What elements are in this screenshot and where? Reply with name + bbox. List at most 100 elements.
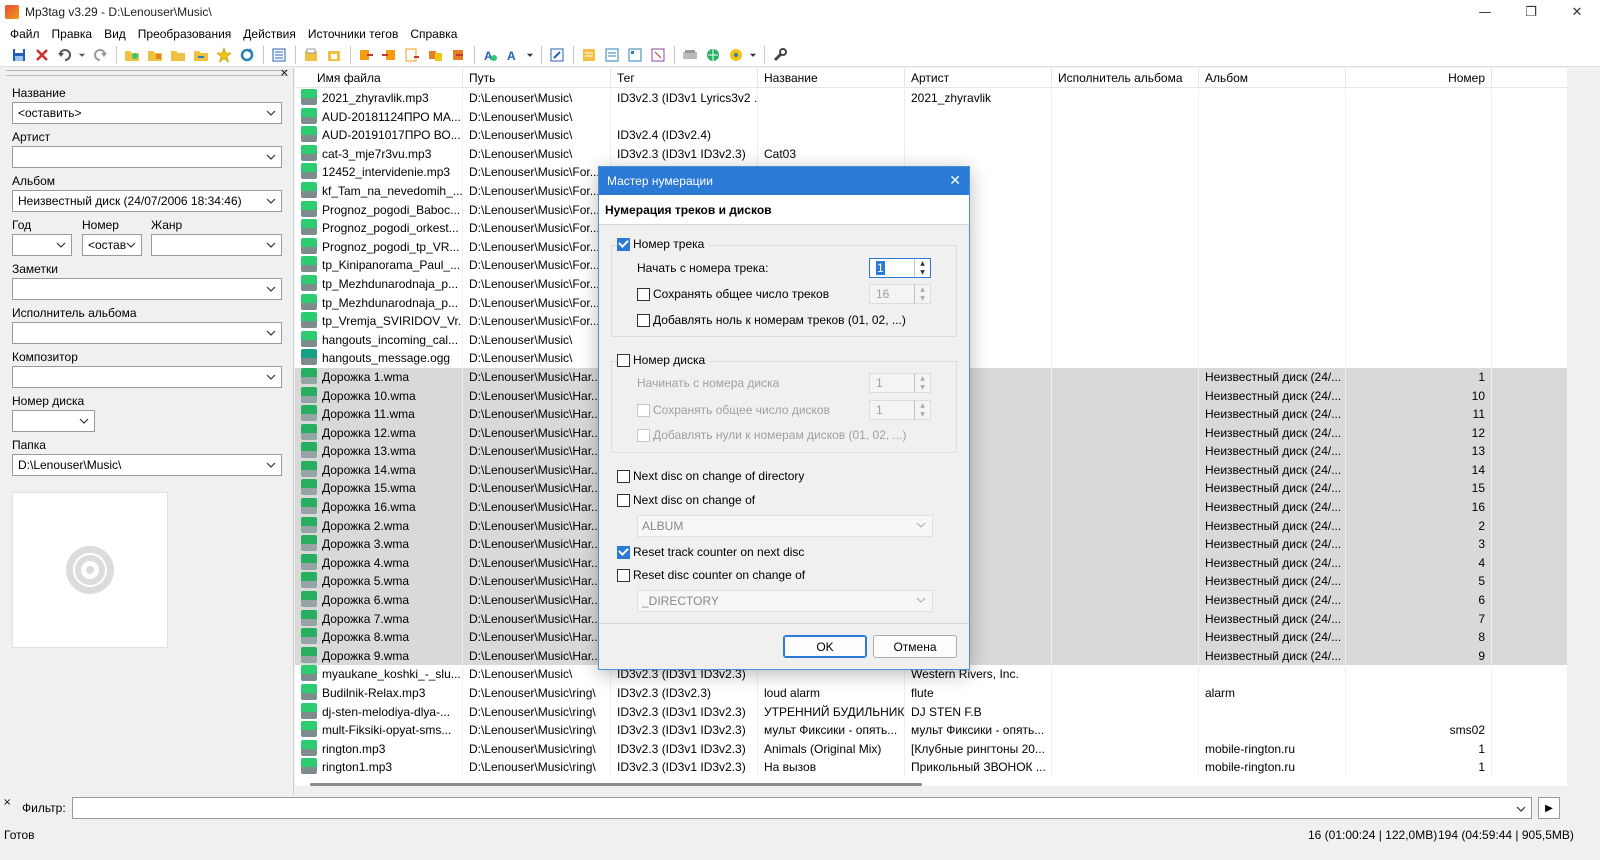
filename-to-tag-icon[interactable]	[378, 45, 399, 65]
column-tag[interactable]: Тег	[611, 68, 758, 88]
track-number-toggle[interactable]: Номер трека	[617, 237, 709, 251]
table-row[interactable]: dj-sten-melodiya-dlya-... D:\Lenouser\Mus…	[295, 702, 1567, 722]
column-filename[interactable]: Имя файла	[295, 68, 463, 88]
pad-tracks-toggle[interactable]: Добавлять ноль к номерам треков (01, 02,…	[637, 313, 906, 327]
next-disc-field-select[interactable]: ALBUM	[637, 515, 933, 537]
export-icon[interactable]	[447, 45, 468, 65]
view-list-icon[interactable]	[601, 45, 622, 65]
actions-dropdown-icon[interactable]	[525, 45, 535, 65]
menu-help[interactable]: Справка	[404, 27, 463, 41]
year-combo[interactable]	[12, 234, 72, 256]
column-album-artist[interactable]: Исполнитель альбома	[1052, 68, 1199, 88]
disc-number-checkbox[interactable]	[617, 353, 630, 367]
horizontal-scrollbar[interactable]	[310, 783, 922, 786]
keep-total-tracks-toggle[interactable]: Сохранять общее число треков	[637, 287, 829, 301]
add-directory-icon[interactable]	[144, 45, 165, 65]
reset-disc-toggle[interactable]: Reset disc counter on change of	[617, 568, 805, 582]
keep-total-discs-checkbox[interactable]	[637, 403, 650, 417]
view-thumbnails-icon[interactable]	[647, 45, 668, 65]
web-source-icon[interactable]	[702, 45, 723, 65]
menu-tag-sources[interactable]: Источники тегов	[302, 27, 404, 41]
panel-grip[interactable]	[6, 70, 288, 76]
tag-to-filename-icon[interactable]	[355, 45, 376, 65]
playlist-icon[interactable]	[578, 45, 599, 65]
pad-discs-checkbox[interactable]	[637, 428, 650, 442]
table-row[interactable]: 2021_zhyravlik.mp3 D:\Lenouser\Music\ ID3v…	[295, 89, 1567, 108]
disc-number-toggle[interactable]: Номер диска	[617, 353, 710, 367]
spin-up-icon[interactable]: ▲	[915, 259, 930, 268]
ok-button[interactable]: OK	[783, 635, 867, 658]
paste-tag-icon[interactable]	[323, 45, 344, 65]
composer-combo[interactable]	[12, 366, 282, 388]
quick-actions-icon[interactable]: A	[502, 45, 523, 65]
table-row[interactable]: cat-3_mje7r3vu.mp3 D:\Lenouser\Music\ ID3v…	[295, 144, 1567, 164]
next-disc-dir-checkbox[interactable]	[617, 469, 630, 483]
total-tracks-spinner[interactable]: 16 ▲ ▼	[869, 284, 931, 304]
column-album[interactable]: Альбом	[1199, 68, 1346, 88]
comment-combo[interactable]	[12, 278, 282, 300]
keep-total-discs-toggle[interactable]: Сохранять общее число дисков	[637, 403, 830, 417]
options-wrench-icon[interactable]	[769, 45, 790, 65]
remove-tag-icon[interactable]	[31, 45, 52, 65]
folder-refresh-icon[interactable]	[190, 45, 211, 65]
table-row[interactable]: AUD-20191017ПРО ВО... D:\Lenouser\Music\ I…	[295, 126, 1567, 145]
column-title[interactable]: Название	[758, 68, 905, 88]
close-window-button[interactable]: ✕	[1554, 0, 1600, 24]
spin-down-icon[interactable]: ▼	[915, 383, 930, 392]
panel-close-icon[interactable]: ×	[280, 66, 289, 79]
folder-combo[interactable]: D:\Lenouser\Music\	[12, 454, 282, 476]
change-directory-icon[interactable]	[121, 45, 142, 65]
cover-art[interactable]	[12, 492, 168, 648]
table-row[interactable]: mult-Fiksiki-opyat-sms... D:\Lenouser\Mus…	[295, 721, 1567, 740]
column-artist[interactable]: Артист	[905, 68, 1052, 88]
filter-close-icon[interactable]: ×	[3, 797, 11, 808]
spin-down-icon[interactable]: ▼	[915, 410, 930, 419]
reset-track-toggle[interactable]: Reset track counter on next disc	[617, 545, 804, 559]
spin-down-icon[interactable]: ▼	[915, 268, 930, 277]
spin-up-icon[interactable]: ▲	[915, 401, 930, 410]
tag-panel-icon[interactable]	[268, 45, 289, 65]
table-row[interactable]: rington.mp3 D:\Lenouser\Music\ring\ ID3v2.…	[295, 739, 1567, 759]
dialog-title-bar[interactable]: Мастер нумерации ✕	[599, 167, 969, 195]
column-track[interactable]: Номер	[1346, 68, 1492, 88]
minimize-button[interactable]: —	[1462, 0, 1508, 24]
menu-edit[interactable]: Правка	[46, 27, 99, 41]
copy-tag-icon[interactable]	[300, 45, 321, 65]
menu-view[interactable]: Вид	[98, 27, 132, 41]
reset-disc-checkbox[interactable]	[617, 568, 630, 582]
filter-apply-button[interactable]: ▶	[1538, 797, 1560, 819]
track-number-checkbox[interactable]	[617, 237, 630, 251]
table-row[interactable]: AUD-20181124ПРО МА... D:\Lenouser\Music\	[295, 107, 1567, 127]
artist-combo[interactable]	[12, 146, 282, 168]
pad-tracks-checkbox[interactable]	[637, 313, 650, 327]
view-details-icon[interactable]	[624, 45, 645, 65]
reset-track-checkbox[interactable]	[617, 545, 630, 559]
tag-to-tag-icon[interactable]	[424, 45, 445, 65]
favorites-star-icon[interactable]	[213, 45, 234, 65]
menu-actions[interactable]: Действия	[237, 27, 302, 41]
album-combo[interactable]: Неизвестный диск (24/07/2006 18:34:46)	[12, 190, 282, 212]
menu-file[interactable]: Файл	[4, 27, 46, 41]
save-icon[interactable]	[8, 45, 29, 65]
filter-input[interactable]	[72, 797, 1532, 819]
spin-up-icon[interactable]: ▲	[915, 374, 930, 383]
table-row[interactable]: rington1.mp3 D:\Lenouser\Music\ring\ ID3v2…	[295, 758, 1567, 777]
next-disc-change-toggle[interactable]: Next disc on change of	[617, 493, 755, 507]
undo-dropdown-icon[interactable]	[77, 45, 87, 65]
album-artist-combo[interactable]	[12, 322, 282, 344]
actions-icon[interactable]: A	[479, 45, 500, 65]
reset-disc-field-select[interactable]: _DIRECTORY	[637, 590, 933, 612]
maximize-button[interactable]: ❐	[1508, 0, 1554, 24]
spin-down-icon[interactable]: ▼	[915, 294, 930, 303]
title-combo[interactable]: <оставить>	[12, 102, 282, 124]
start-track-spinner[interactable]: 1 ▲ ▼	[869, 258, 931, 278]
refresh-icon[interactable]	[236, 45, 257, 65]
next-disc-change-checkbox[interactable]	[617, 493, 630, 507]
next-disc-dir-toggle[interactable]: Next disc on change of directory	[617, 469, 804, 483]
cancel-button[interactable]: Отмена	[873, 635, 957, 658]
track-combo[interactable]: <оставить>	[82, 234, 142, 256]
keep-total-tracks-checkbox[interactable]	[637, 287, 650, 301]
total-discs-spinner[interactable]: 1 ▲ ▼	[869, 400, 931, 420]
tag-sources-icon[interactable]	[679, 45, 700, 65]
spin-up-icon[interactable]: ▲	[915, 285, 930, 294]
